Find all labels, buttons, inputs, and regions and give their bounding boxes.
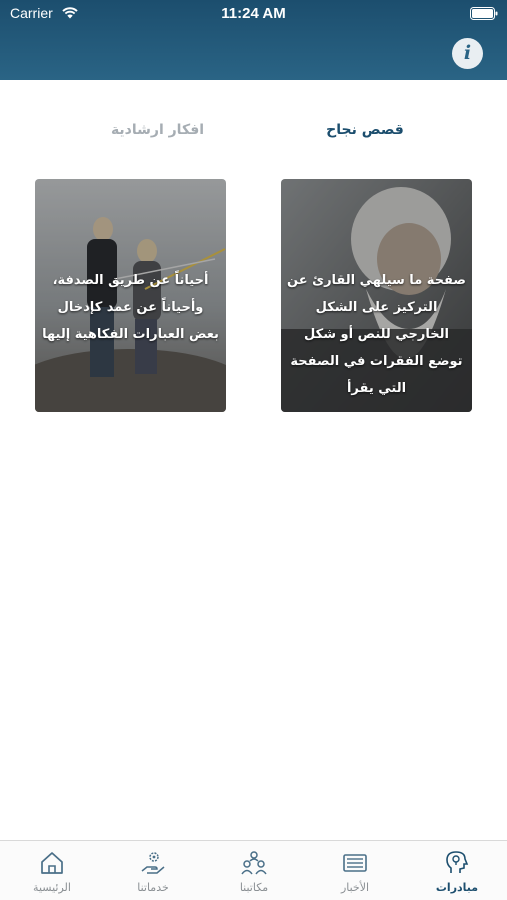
- tabbar-label: الرئيسية: [33, 881, 71, 894]
- team-icon: [241, 851, 267, 875]
- tabbar-item-services[interactable]: خدماتنا: [108, 847, 198, 897]
- home-icon: [41, 852, 63, 874]
- info-icon: i: [463, 42, 472, 64]
- newspaper-icon: [343, 854, 367, 872]
- tabbar-item-initiatives[interactable]: مبادرات: [412, 847, 502, 897]
- tabbar-label: مكاتبنا: [239, 881, 269, 894]
- tabbar-item-home[interactable]: الرئيسية: [7, 847, 97, 897]
- tab-guidance-ideas[interactable]: افكار ارشادية: [100, 122, 215, 138]
- head-idea-icon: [446, 851, 469, 873]
- battery-icon: [470, 7, 498, 20]
- story-card[interactable]: أحياناً عن طريق الصدفة، وأحياناً عن عمد …: [35, 179, 226, 412]
- info-button[interactable]: i: [452, 38, 483, 69]
- status-bar: Carrier 11:24 AM: [0, 0, 507, 28]
- bottom-tab-bar: مبادرات الأخبار مكاتبنا خدماتنا الرئيسية: [0, 840, 507, 900]
- tabbar-item-news[interactable]: الأخبار: [310, 847, 400, 897]
- card-caption: أحياناً عن طريق الصدفة، وأحياناً عن عمد …: [42, 273, 219, 342]
- tabbar-label: مبادرات: [435, 881, 479, 894]
- story-card[interactable]: صفحة ما سيلهي القارئ عن التركيز على الشك…: [281, 179, 472, 412]
- app-header: Carrier 11:24 AM i: [0, 0, 507, 80]
- status-time: 11:24 AM: [221, 5, 286, 22]
- segment-tabs: قصص نجاح افكار ارشادية: [0, 118, 507, 146]
- card-caption: صفحة ما سيلهي القارئ عن التركيز على الشك…: [287, 273, 466, 396]
- tabbar-label: الأخبار: [340, 881, 370, 894]
- tab-success-stories[interactable]: قصص نجاح: [310, 122, 420, 138]
- hand-gear-icon: [141, 852, 165, 874]
- tabbar-label: خدماتنا: [137, 881, 169, 894]
- tabbar-item-offices[interactable]: مكاتبنا: [209, 847, 299, 897]
